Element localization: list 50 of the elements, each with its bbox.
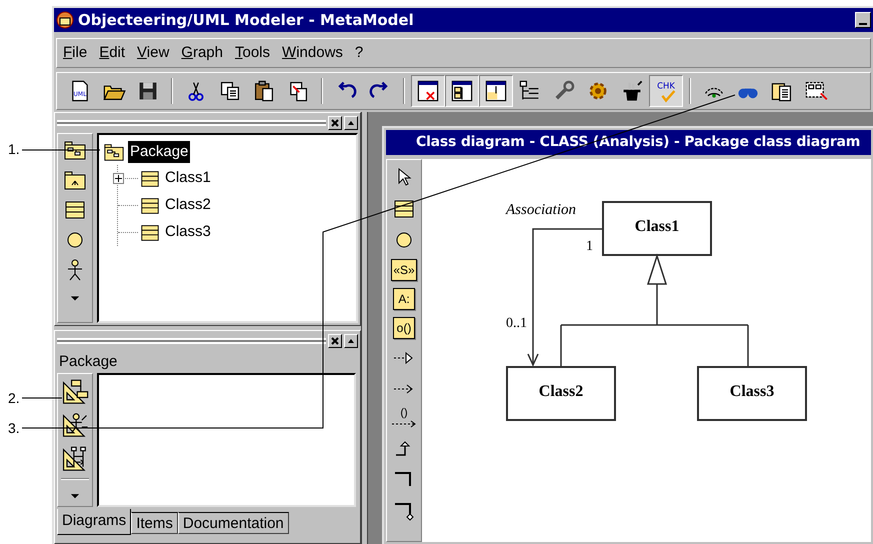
diagram-title: Class diagram - CLASS (Analysis) - Package class diagram (416, 133, 860, 152)
tree-item[interactable]: Package (128, 140, 190, 164)
callout-number: 3. (8, 419, 20, 438)
panel-title: Package (58, 352, 118, 372)
callout-number: 2. (8, 389, 20, 408)
tab[interactable]: Items (131, 512, 178, 534)
menu-item[interactable]: Graph (181, 42, 223, 64)
multiplicity-label: 0..1 (506, 315, 527, 333)
window-panel-icon[interactable] (479, 75, 513, 107)
close-button[interactable] (328, 334, 342, 348)
window-title: Objecteering/UML Modeler - MetaModel (78, 10, 414, 31)
close-icon (331, 119, 339, 127)
close-button[interactable] (328, 116, 342, 130)
menu-item[interactable]: View (137, 42, 170, 64)
panel-grip[interactable] (57, 338, 326, 344)
tree-item[interactable]: Class3 (162, 221, 214, 244)
tree-item[interactable]: Class2 (162, 194, 214, 217)
tab[interactable]: Documentation (178, 512, 289, 534)
class-box: Class2 (506, 366, 616, 421)
menu-item[interactable]: File (63, 42, 88, 64)
tree-item[interactable]: Class1 (162, 167, 214, 190)
menu-item[interactable]: Windows (282, 42, 343, 64)
close-icon (331, 337, 339, 345)
check-icon[interactable]: CHK (649, 75, 683, 107)
minimize-button[interactable] (855, 12, 871, 28)
ruler-tree-icon[interactable] (61, 444, 89, 472)
class-box: Class3 (697, 366, 807, 421)
class-box: Class1 (602, 201, 712, 256)
panel-grip[interactable] (57, 120, 326, 126)
association-name: Association (506, 201, 576, 220)
tool-button[interactable]: «S» (391, 259, 417, 281)
menu-item[interactable]: ? (354, 42, 364, 64)
menu-item[interactable]: Tools (235, 42, 270, 64)
window-list-icon[interactable] (445, 75, 479, 107)
app-logo-icon (56, 11, 74, 29)
tab[interactable]: Diagrams (57, 509, 132, 535)
caret-up-icon (347, 120, 355, 126)
callout-number: 1. (8, 140, 20, 159)
ruler-boxes-icon[interactable] (61, 378, 89, 406)
maximize-button[interactable] (344, 116, 358, 130)
package-icon[interactable] (103, 141, 125, 163)
caret-up-icon (347, 338, 355, 344)
expand-toggle[interactable] (113, 173, 124, 184)
multiplicity-label: 1 (586, 238, 593, 256)
window-delete-icon[interactable] (411, 75, 445, 107)
tool-button[interactable]: A: (393, 288, 415, 310)
maximize-button[interactable] (344, 334, 358, 348)
tool-button[interactable]: o() (393, 317, 415, 339)
ruler-figure-icon[interactable] (61, 411, 89, 439)
menu-item[interactable]: Edit (99, 42, 126, 64)
